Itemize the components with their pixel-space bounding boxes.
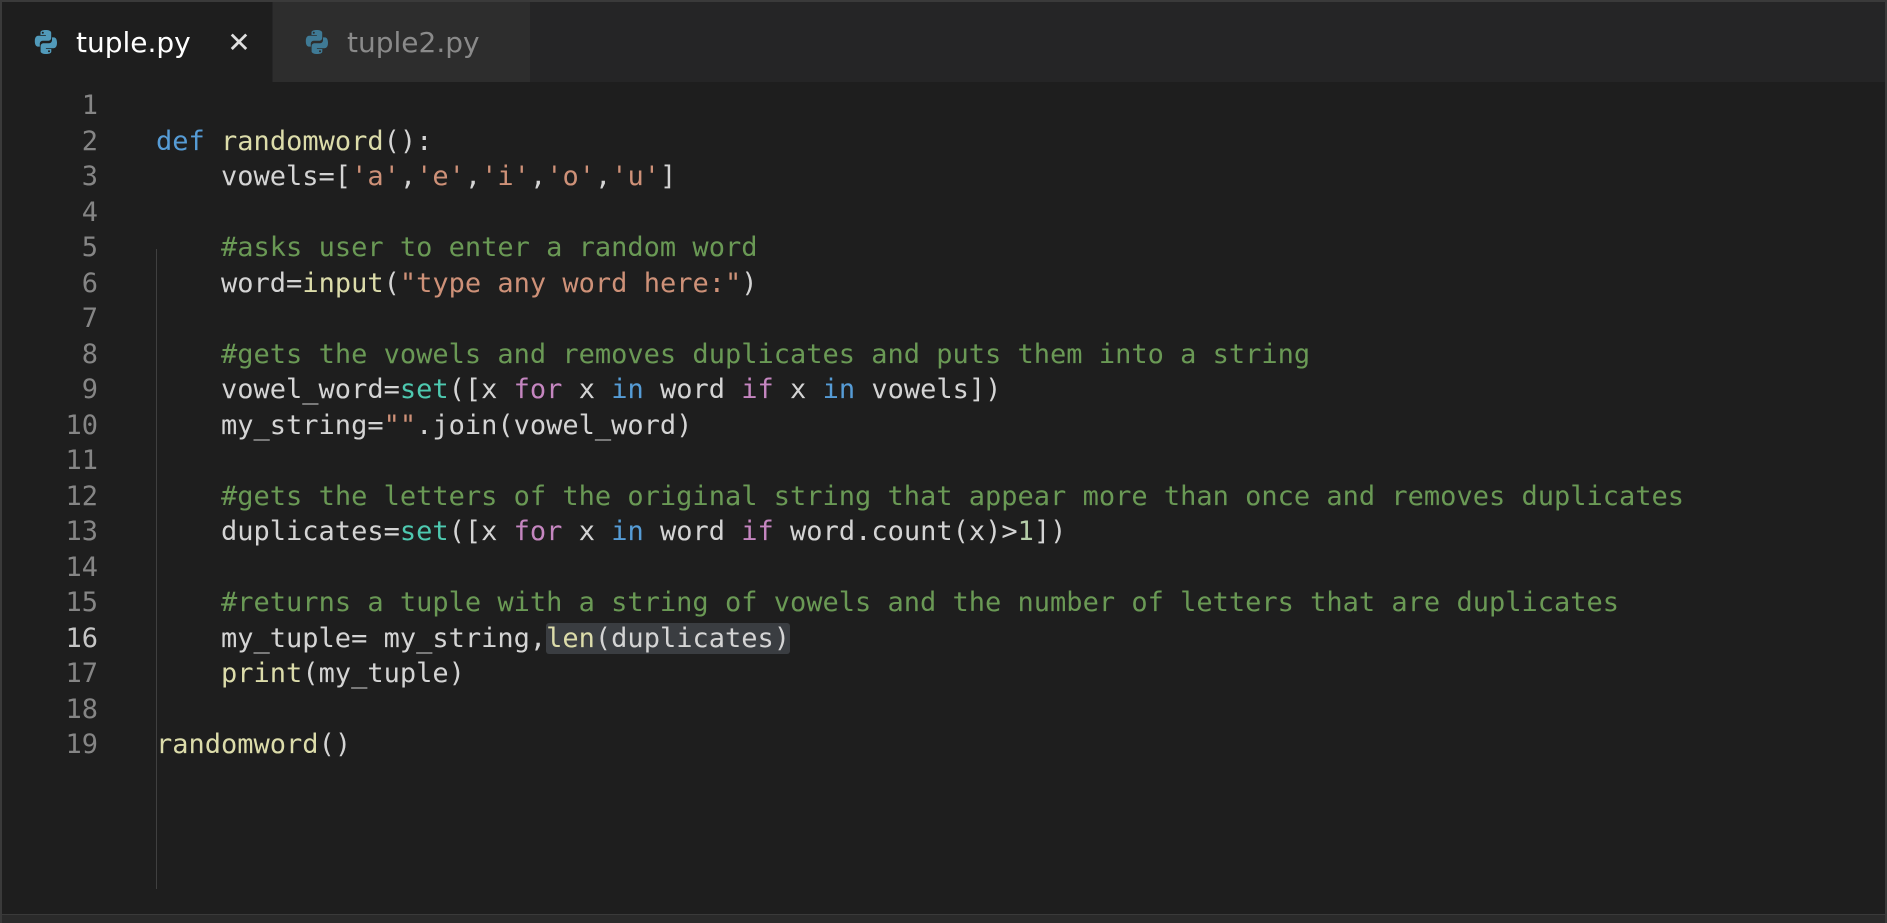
close-icon[interactable]: ✕ bbox=[224, 26, 254, 59]
tab-bar: tuple.py ✕ tuple2.py bbox=[2, 2, 1885, 82]
selection-highlight: len(duplicates) bbox=[546, 622, 790, 654]
horizontal-scrollbar[interactable] bbox=[2, 914, 1885, 923]
code-editor[interactable]: 1 2 def randomword(): 3 vowels=['a','e','i'… bbox=[2, 82, 1885, 917]
tab-tuple-py[interactable]: tuple.py ✕ bbox=[2, 2, 272, 82]
code-line[interactable]: 19 randomword() bbox=[2, 723, 1885, 766]
python-icon bbox=[303, 28, 331, 56]
line-number: 19 bbox=[65, 729, 98, 760]
tab-label: tuple.py bbox=[76, 25, 191, 59]
code-text: randomword() bbox=[156, 729, 352, 760]
python-icon bbox=[32, 28, 60, 56]
tab-tuple2-py[interactable]: tuple2.py bbox=[272, 2, 530, 82]
tab-label: tuple2.py bbox=[347, 25, 480, 59]
editor-window: tuple.py ✕ tuple2.py 1 2 def randomword():… bbox=[0, 0, 1887, 923]
